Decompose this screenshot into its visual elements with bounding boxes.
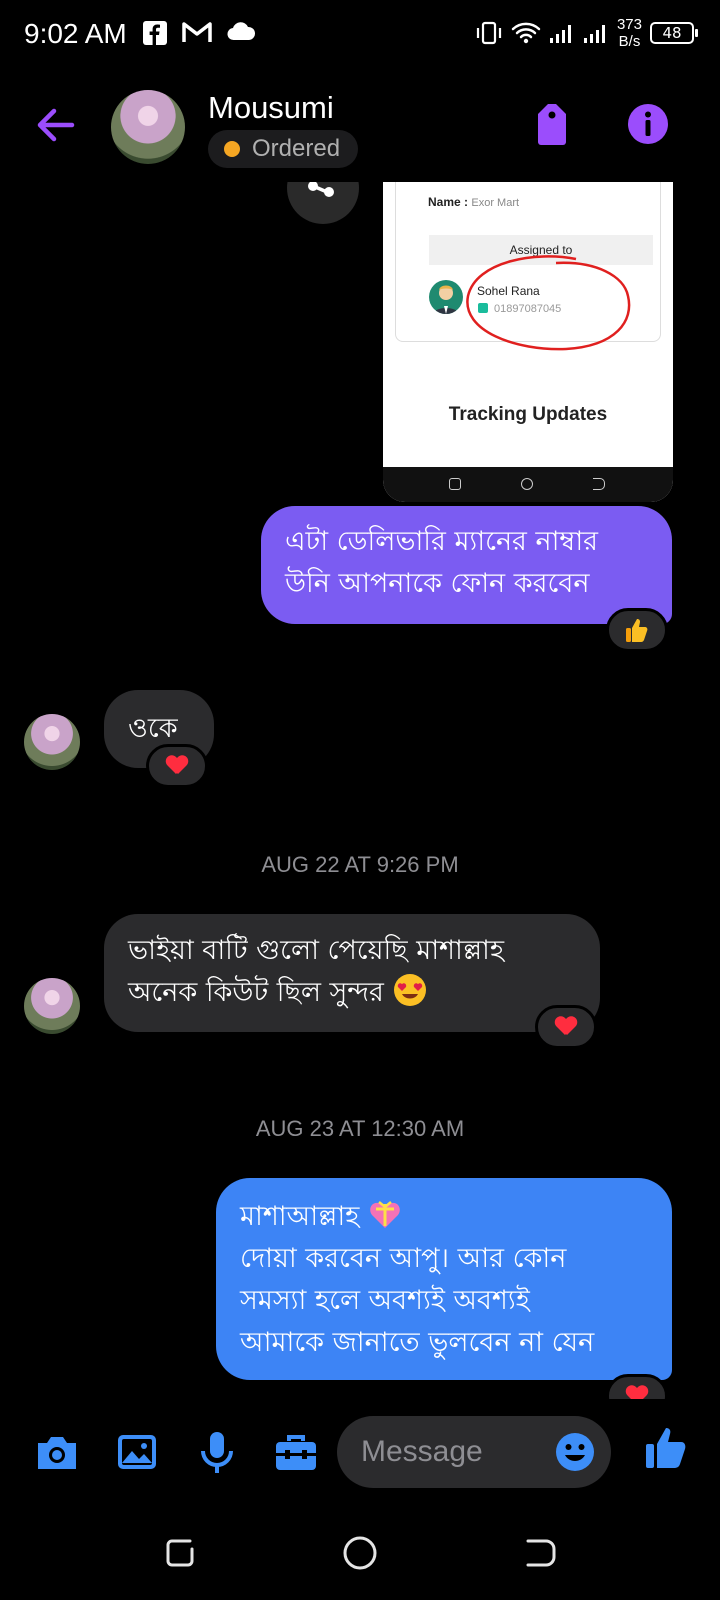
camera-icon[interactable] [34,1429,80,1475]
home-icon[interactable] [342,1535,378,1571]
message-text-line-with-emoji: মাশাআল্লাহ [240,1196,648,1238]
message-text-line: দোয়া করবেন আপু। আর কোন [240,1243,567,1274]
message-input[interactable] [361,1430,551,1474]
message-text-line: আমাকে জানাতে ভুলবেন না যেন [240,1327,595,1358]
message-text-line-with-emoji: অনেক কিউট ছিল সুন্দর [128,972,576,1014]
signal-icon [549,25,571,43]
recent-apps-icon[interactable] [162,1535,198,1571]
contact-name[interactable]: Mousumi [208,90,334,126]
status-bar: 9:02 AM 373 B/s 48 [0,0,720,72]
net-speed: 373 B/s [617,16,642,50]
net-speed-unit: B/s [618,33,641,50]
heart-icon [626,1386,648,1399]
timestamp: AUG 22 AT 9:26 PM [261,852,459,877]
heart-icon [555,1017,577,1037]
conversation[interactable]: Name : Exor Mart Assigned to Sohel Rana … [0,182,720,1399]
shared-screenshot[interactable]: Name : Exor Mart Assigned to Sohel Rana … [383,182,673,502]
like-icon[interactable] [644,1425,690,1471]
reaction-badge[interactable] [606,608,668,652]
cloud-icon [227,22,256,41]
thumbs-up-icon [626,619,648,642]
contact-avatar-small[interactable] [24,714,80,770]
reaction-badge[interactable] [146,744,208,788]
share-icon [308,182,334,197]
battery-icon: 48 [650,22,698,44]
vibrate-icon [476,21,502,45]
info-icon[interactable] [627,103,669,145]
message-text-line: উনি আপনাকে ফোন করবেন [285,568,590,599]
message-bubble-incoming[interactable]: ভাইয়া বাটি গুলো পেয়েছি মাশাল্লাহ অনেক … [104,914,600,1032]
facebook-icon [143,21,167,45]
screenshot-nav-bar [383,467,673,502]
screenshot-name-label: Name : [428,195,469,209]
screenshot-name-value: Exor Mart [471,197,520,209]
reaction-badge[interactable] [606,1374,668,1399]
system-nav-bar [0,1507,720,1600]
message-text-line: মাশাআল্লাহ [240,1201,360,1232]
briefcase-icon[interactable] [273,1429,319,1475]
message-bubble-outgoing[interactable]: এটা ডেলিভারি ম্যানের নাম্বার উনি আপনাকে … [261,506,672,624]
back-icon[interactable] [522,1535,558,1571]
heart-eyes-emoji-icon [393,974,426,1006]
message-bubble-outgoing[interactable]: মাশাআল্লাহ দোয়া করবেন আপু। আর কোন সমস্য… [216,1178,672,1380]
screenshot-tracking-title: Tracking Updates [448,404,608,425]
screenshot-name-row: Name : Exor Mart [428,195,519,209]
screenshot-card: Name : Exor Mart Assigned to Sohel Rana … [395,182,661,351]
message-text-line: সমস্যা হলে অবশ্যই অবশ্যই [240,1285,530,1316]
timestamp: AUG 23 AT 12:30 AM [255,1116,465,1141]
reaction-badge[interactable] [535,1005,597,1049]
net-speed-value: 373 [616,16,642,33]
back-arrow-icon[interactable] [32,102,78,148]
status-dot [224,141,240,157]
gallery-icon[interactable] [114,1429,160,1475]
red-circle-annotation [466,255,631,351]
emoji-icon[interactable] [555,1432,595,1472]
status-badge[interactable]: Ordered [208,130,359,168]
chat-header: Mousumi Ordered [0,72,720,182]
composer-bar [0,1399,720,1507]
wifi-icon [511,22,541,44]
contact-avatar[interactable] [111,90,185,164]
microphone-icon[interactable] [194,1429,240,1475]
message-input-container[interactable] [337,1416,611,1488]
heart-icon [166,756,188,776]
contact-avatar-small[interactable] [24,978,80,1034]
share-button[interactable] [287,182,359,224]
status-time: 9:02 AM [24,18,127,49]
signal-icon-2 [583,25,605,43]
gmail-icon [182,22,212,42]
status-label: Ordered [252,135,341,162]
heart-with-ribbon-icon [370,1201,400,1228]
tag-icon[interactable] [534,102,570,146]
message-text-line: এটা ডেলিভারি ম্যানের নাম্বার [285,526,599,557]
message-text-line: অনেক কিউট ছিল সুন্দর [128,977,384,1008]
message-text-line: ভাইয়া বাটি গুলো পেয়েছি মাশাল্লাহ [128,935,505,966]
